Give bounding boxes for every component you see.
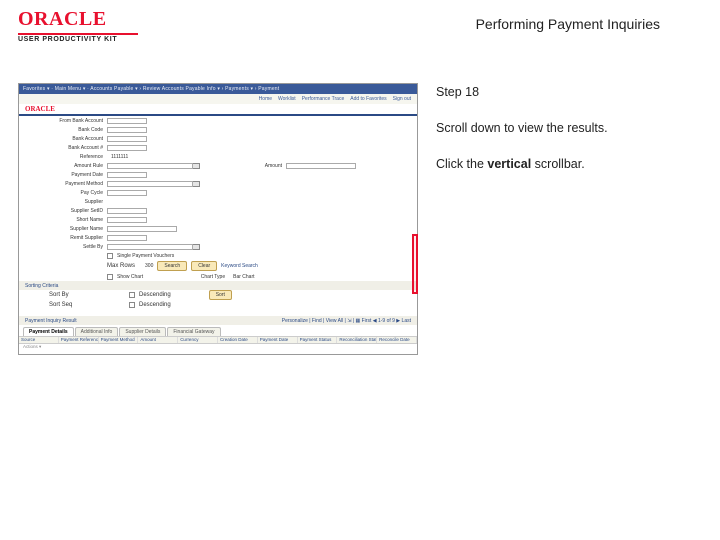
checkbox-label: Descending	[139, 292, 171, 298]
search-button[interactable]: Search	[157, 261, 187, 271]
checkbox-label: Descending	[139, 302, 171, 308]
vertical-scrollbar[interactable]	[412, 234, 418, 294]
col-header[interactable]: Payment Status	[298, 337, 338, 343]
field-value: Bar Chart	[229, 274, 254, 280]
field-label: Remit Supplier	[19, 235, 107, 241]
brand-block: ORACLE USER PRODUCTIVITY KIT	[18, 8, 138, 43]
col-header[interactable]: Currency	[178, 337, 218, 343]
field-label: Amount	[246, 163, 286, 169]
field-label: Payment Date	[19, 172, 107, 178]
step-label: Step 18	[436, 83, 688, 101]
field-label: Chart Type	[189, 274, 229, 280]
field-value: 1111111	[107, 154, 128, 160]
text-input[interactable]	[107, 208, 147, 214]
text-input[interactable]	[286, 163, 356, 169]
field-label: Sort Seq	[49, 302, 83, 308]
toolbar-link[interactable]: Worklist	[278, 96, 296, 102]
field-label: Settle By	[19, 244, 107, 250]
sorting-heading: Sorting Criteria	[19, 281, 417, 290]
field-label: Bank Code	[19, 127, 107, 133]
field-label: Supplier SetID	[19, 208, 107, 214]
col-header[interactable]: Reconciliation Status	[337, 337, 377, 343]
keyword-search-link[interactable]: Keyword Search	[221, 263, 258, 269]
field-label: Short Name	[19, 217, 107, 223]
text-input[interactable]	[107, 127, 147, 133]
results-heading: Payment Inquiry Result Personalize | Fin…	[19, 316, 417, 325]
toolbar-link[interactable]: Add to Favorites	[350, 96, 386, 102]
sort-button[interactable]: Sort	[209, 290, 232, 300]
instruction-strong: vertical	[487, 157, 531, 171]
col-header[interactable]: Payment Method	[99, 337, 139, 343]
action-row: Max Rows 300 Search Clear Keyword Search	[19, 260, 417, 272]
chevron-down-icon[interactable]	[193, 163, 200, 169]
toolbar-link[interactable]: Performance Trace	[302, 96, 345, 102]
field-label: Bank Account	[19, 136, 107, 142]
results-title: Payment Inquiry Result	[25, 318, 77, 324]
col-header[interactable]: Source	[19, 337, 59, 343]
toolbar-link[interactable]: Home	[259, 96, 272, 102]
mini-menubar: Favorites ▾ · Main Menu ▾ · Accounts Pay…	[19, 84, 417, 94]
field-label: Supplier Name	[19, 226, 107, 232]
text-input[interactable]	[107, 118, 147, 124]
logo-subtitle: USER PRODUCTIVITY KIT	[18, 36, 138, 43]
select-input[interactable]	[107, 163, 193, 169]
checkbox[interactable]	[129, 292, 135, 298]
page-title: Performing Payment Inquiries	[476, 8, 660, 32]
grid-action-row[interactable]: Actions ▾	[19, 344, 417, 354]
text-input[interactable]	[107, 217, 147, 223]
field-value: 300	[145, 263, 153, 269]
text-input[interactable]	[107, 235, 147, 241]
text-input[interactable]	[107, 145, 147, 151]
app-screenshot: Favorites ▾ · Main Menu ▾ · Accounts Pay…	[18, 83, 418, 355]
field-label: Pay Cycle	[19, 190, 107, 196]
select-input[interactable]	[107, 181, 193, 187]
col-header[interactable]: Payment Reference ID	[59, 337, 99, 343]
field-label: Bank Account #	[19, 145, 107, 151]
mini-brandrow: ORACLE	[19, 104, 417, 116]
instruction-text: scrollbar.	[531, 157, 585, 171]
mini-toolbar: Home Worklist Performance Trace Add to F…	[19, 94, 417, 104]
instruction-column: Step 18 Scroll down to view the results.…	[418, 83, 688, 355]
instruction-text: Click the	[436, 157, 487, 171]
col-header[interactable]: Creation Date	[218, 337, 258, 343]
field-label: From Bank Account	[19, 118, 107, 124]
col-header[interactable]: Reconcile Date	[377, 337, 417, 343]
field-label: Supplier	[19, 199, 107, 205]
tab-financial-gateway[interactable]: Financial Gateway	[167, 327, 220, 336]
breadcrumb: Favorites ▾ · Main Menu ▾ · Accounts Pay…	[23, 86, 279, 92]
oracle-logo: ORACLE	[18, 8, 138, 31]
checkbox-label: Single Payment Vouchers	[113, 253, 174, 259]
tab-additional-info[interactable]: Additional Info	[75, 327, 119, 336]
clear-button[interactable]: Clear	[191, 261, 217, 271]
field-label: Max Rows	[107, 263, 135, 269]
logo-divider	[18, 33, 138, 35]
tab-supplier-details[interactable]: Supplier Details	[119, 327, 166, 336]
field-label: Sort By	[49, 292, 83, 298]
results-tabstrip: Payment Details Additional Info Supplier…	[19, 325, 417, 336]
col-header[interactable]: Amount	[138, 337, 178, 343]
chevron-down-icon[interactable]	[193, 181, 200, 187]
screenshot-column: Favorites ▾ · Main Menu ▾ · Accounts Pay…	[18, 83, 418, 355]
field-label: Reference	[19, 154, 107, 160]
mini-oracle-logo: ORACLE	[25, 105, 55, 113]
field-label: Payment Method	[19, 181, 107, 187]
checkbox[interactable]	[129, 302, 135, 308]
date-input[interactable]	[107, 172, 147, 178]
tab-payment-details[interactable]: Payment Details	[23, 327, 74, 336]
col-header[interactable]: Payment Date	[258, 337, 298, 343]
grid-nav[interactable]: Personalize | Find | View All | ⇲ | ▦ Fi…	[282, 318, 411, 324]
text-input[interactable]	[107, 136, 147, 142]
instruction-line: Scroll down to view the results.	[436, 119, 688, 137]
toolbar-link[interactable]: Sign out	[393, 96, 411, 102]
select-input[interactable]	[107, 244, 193, 250]
text-input[interactable]	[107, 226, 177, 232]
text-input[interactable]	[107, 190, 147, 196]
instruction-line: Click the vertical scrollbar.	[436, 155, 688, 173]
checkbox-label: Show Chart	[113, 274, 143, 280]
chevron-down-icon[interactable]	[193, 244, 200, 250]
grid-header: Source Payment Reference ID Payment Meth…	[19, 336, 417, 344]
field-label: Amount Rule	[19, 163, 107, 169]
